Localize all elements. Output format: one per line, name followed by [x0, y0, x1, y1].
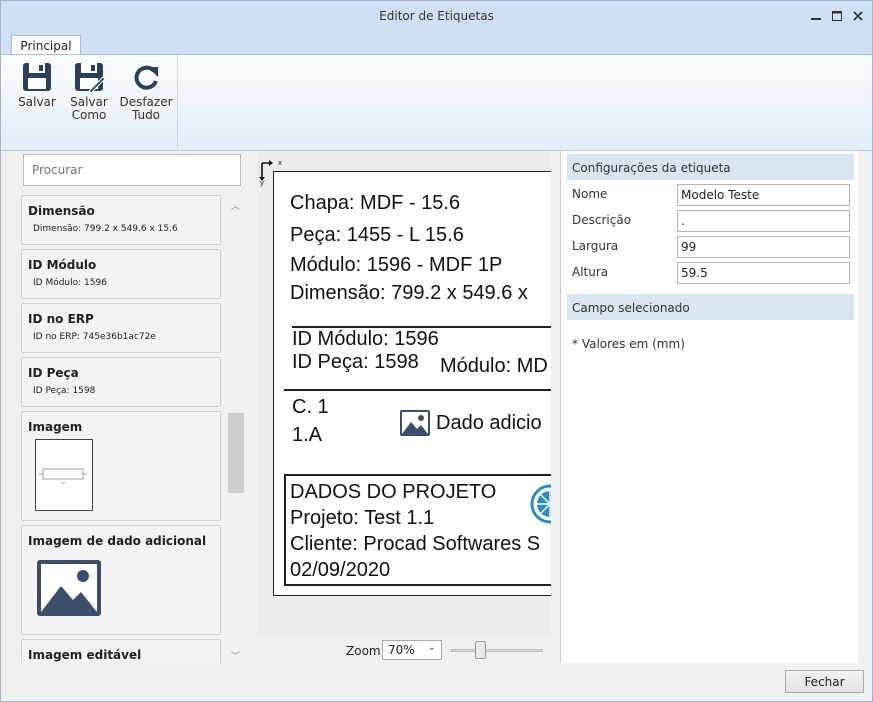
ribbon-tabstrip: Principal [1, 33, 872, 56]
item-name: ID no ERP [28, 312, 94, 326]
tab-principal[interactable]: Principal [11, 35, 81, 56]
title-bar: Editor de Etiquetas [1, 1, 872, 33]
save-button[interactable]: Salvar [15, 61, 59, 109]
item-name: ID Peça [28, 366, 79, 380]
list-item[interactable]: Imagem de dado adicional [21, 525, 221, 635]
footer: Fechar [1, 663, 872, 701]
save-icon [23, 63, 51, 91]
ribbon-group-file: Salvar Salvar Como Desfazer Tudo [9, 55, 178, 149]
scroll-up-icon[interactable]: ︿ [231, 199, 240, 212]
label-cliente: Cliente: Procad Softwares S [290, 533, 541, 555]
list-item[interactable]: ID no ERP ID no ERP: 745e36b1ac72e [21, 303, 221, 353]
label-id-modulo[interactable]: ID Módulo: 1596 [292, 328, 439, 351]
label-preview: Chapa: MDF - 15.6 Peça: 1455 - L 15.6 Mó… [273, 171, 551, 596]
undo-all-button[interactable]: Desfazer Tudo [119, 61, 173, 122]
label-dados-projeto: DADOS DO PROJETO [290, 481, 497, 503]
project-data-box[interactable]: DADOS DO PROJETO Projeto: Test 1.1 Clien… [284, 474, 551, 586]
description-field[interactable]: . [677, 210, 850, 232]
divider [284, 389, 551, 391]
units-note: * Valores em (mm) [572, 337, 685, 351]
item-preview: ID Peça: 1598 [33, 386, 96, 396]
item-preview: Dimensão: 799.2 x 549.6 x 15.6 [33, 224, 178, 234]
scroll-down-icon[interactable]: ﹀ [231, 649, 240, 662]
maximize-icon[interactable] [829, 8, 845, 24]
label-modulo[interactable]: Módulo: 1596 - MDF 1P [290, 254, 502, 277]
ribbon: Salvar Salvar Como Desfazer Tudo [1, 54, 872, 151]
zoom-label: Zoom [346, 644, 381, 658]
item-name: Dimensão [28, 204, 95, 218]
width-label: Largura [572, 239, 619, 253]
label-c1a[interactable]: 1.A [292, 424, 322, 447]
config-section-header: Configurações da etiqueta [567, 154, 854, 180]
list-item[interactable]: Imagem [21, 411, 221, 521]
description-label: Descrição [572, 213, 632, 227]
label-c1[interactable]: C. 1 [292, 396, 329, 419]
close-button[interactable]: Fechar [785, 670, 864, 693]
zoom-slider-thumb[interactable] [475, 641, 486, 659]
chevron-down-icon: ⌄ [427, 642, 436, 653]
label-dimensao[interactable]: Dimensão: 799.2 x 549.6 x [290, 282, 528, 305]
scroll-thumb[interactable] [228, 413, 244, 493]
undo-label-2: Tudo [131, 108, 161, 122]
item-name: Imagem editável [28, 648, 142, 662]
item-name: Imagem de dado adicional [28, 534, 207, 548]
selected-field-header: Campo selecionado [567, 294, 854, 320]
company-logo-icon [530, 484, 551, 524]
label-dado-adicional[interactable]: Dado adicio [436, 412, 542, 435]
label-editor-window: Editor de Etiquetas Principal Salvar Sal… [0, 0, 873, 702]
list-item[interactable]: Imagem editável [21, 639, 221, 663]
item-preview: ID no ERP: 745e36b1ac72e [33, 332, 156, 342]
zoom-slider-track[interactable] [451, 649, 543, 652]
axis-y-label: y [260, 179, 265, 187]
save-as-label-2: Como [71, 108, 107, 122]
item-name: Imagem [28, 420, 83, 434]
label-thumbnail-icon [35, 439, 93, 511]
label-chapa[interactable]: Chapa: MDF - 15.6 [290, 192, 460, 215]
height-field[interactable]: 59.5 [677, 262, 850, 284]
width-field[interactable]: 99 [677, 236, 850, 258]
additional-image-icon [400, 410, 430, 436]
zoom-bar: Zoom 70% ⌄ [257, 635, 551, 665]
height-label: Altura [572, 265, 609, 279]
label-projeto: Projeto: Test 1.1 [290, 507, 435, 529]
list-item[interactable]: ID Peça ID Peça: 1598 [21, 357, 221, 407]
zoom-value: 70% [388, 643, 415, 657]
image-icon [37, 560, 101, 616]
field-list: Dimensão Dimensão: 799.2 x 549.6 x 15.6 … [21, 195, 223, 663]
undo-icon [134, 65, 158, 90]
axis-x-label: x [278, 159, 283, 167]
label-modulo-2[interactable]: Módulo: MD [440, 355, 548, 378]
config-panel: Configurações da etiqueta Nome Modelo Te… [560, 151, 858, 663]
minimize-icon[interactable] [808, 8, 824, 24]
label-data: 02/09/2020 [290, 559, 391, 581]
list-item[interactable]: ID Módulo ID Módulo: 1596 [21, 249, 221, 299]
window-title: Editor de Etiquetas [379, 9, 494, 23]
save-label: Salvar [18, 95, 56, 109]
zoom-select[interactable]: 70% ⌄ [382, 640, 442, 660]
label-canvas[interactable]: x y Chapa: MDF - 15.6 Peça: 1455 - L 15.… [257, 151, 551, 635]
label-peca[interactable]: Peça: 1455 - L 15.6 [290, 224, 464, 247]
item-preview: ID Módulo: 1596 [33, 278, 107, 288]
save-as-button[interactable]: Salvar Como [67, 61, 111, 122]
field-list-panel: Dimensão Dimensão: 799.2 x 549.6 x 15.6 … [15, 151, 247, 663]
save-as-icon [75, 63, 105, 93]
list-scrollbar[interactable]: ︿ ﹀ [227, 195, 245, 663]
name-field[interactable]: Modelo Teste [677, 184, 850, 206]
label-id-peca[interactable]: ID Peça: 1598 [292, 351, 419, 374]
list-item[interactable]: Dimensão Dimensão: 799.2 x 549.6 x 15.6 [21, 195, 221, 245]
item-name: ID Módulo [28, 258, 97, 272]
name-label: Nome [572, 187, 608, 201]
close-icon[interactable] [850, 8, 866, 24]
search-input[interactable] [23, 154, 241, 186]
